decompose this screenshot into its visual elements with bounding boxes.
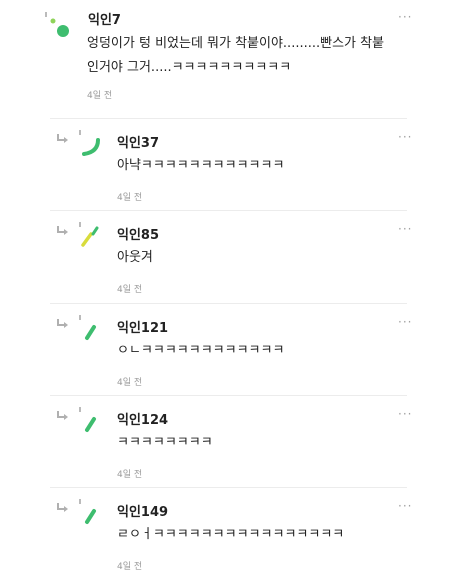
reply-author[interactable]: 익인85 <box>117 224 159 243</box>
comment-timestamp: 4일 전 <box>87 91 113 101</box>
more-dots-icon[interactable]: ··· <box>398 316 412 328</box>
green-slash-avatar-icon[interactable] <box>78 407 104 433</box>
more-dots-icon[interactable]: ··· <box>398 131 412 143</box>
reply-arrow-icon <box>57 226 68 235</box>
comment-body-line: 엉덩이가 텅 비었는데 뭐가 착붙이야.........빤스가 착붙 <box>87 36 385 51</box>
reply-timestamp: 4일 전 <box>117 470 143 480</box>
reply-author[interactable]: 익인149 <box>117 501 168 520</box>
comment-author[interactable]: 익인7 <box>88 9 121 28</box>
reply-arrow-icon <box>57 411 68 420</box>
more-dots-icon[interactable]: ··· <box>398 408 412 420</box>
green-slash-avatar-icon[interactable] <box>78 499 104 525</box>
more-dots-icon[interactable]: ··· <box>398 500 412 512</box>
reply-timestamp: 4일 전 <box>117 378 143 388</box>
comment: 익인7 엉덩이가 텅 비었는데 뭐가 착붙이야.........빤스가 착붙 인… <box>0 0 452 112</box>
green-dots-avatar-icon[interactable] <box>44 12 70 38</box>
more-dots-icon[interactable]: ··· <box>398 11 412 23</box>
reply-body: 아웃겨 <box>117 250 153 265</box>
reply-body: ㄹㅇㅓㅋㅋㅋㅋㅋㅋㅋㅋㅋㅋㅋㅋㅋㅋㅋㅋ <box>117 527 345 542</box>
comment-body-line: 인거야 그거.....ㅋㅋㅋㅋㅋㅋㅋㅋㅋㅋ <box>87 60 292 75</box>
reply-body: ㅋㅋㅋㅋㅋㅋㅋㅋ <box>117 435 213 450</box>
reply-body: 아냑ㅋㅋㅋㅋㅋㅋㅋㅋㅋㅋㅋㅋ <box>117 158 285 173</box>
green-arc-avatar-icon[interactable] <box>78 130 104 156</box>
reply-timestamp: 4일 전 <box>117 193 143 203</box>
reply-arrow-icon <box>57 319 68 328</box>
reply-arrow-icon <box>57 503 68 512</box>
comment-thread: 익인7 엉덩이가 텅 비었는데 뭐가 착붙이야.........빤스가 착붙 인… <box>0 0 452 572</box>
reply-timestamp: 4일 전 <box>117 562 143 572</box>
comment-body: 엉덩이가 텅 비었는데 뭐가 착붙이야.........빤스가 착붙 인거야 그… <box>87 32 384 80</box>
reply-author[interactable]: 익인121 <box>117 317 168 336</box>
yellow-green-slash-avatar-icon[interactable] <box>78 222 104 248</box>
more-dots-icon[interactable]: ··· <box>398 223 412 235</box>
reply-timestamp: 4일 전 <box>117 285 143 295</box>
reply-body: ㅇㄴㅋㅋㅋㅋㅋㅋㅋㅋㅋㅋㅋㅋ <box>117 343 285 358</box>
reply-author[interactable]: 익인37 <box>117 132 159 151</box>
green-slash-avatar-icon[interactable] <box>78 315 104 341</box>
reply-author[interactable]: 익인124 <box>117 409 168 428</box>
reply-arrow-icon <box>57 134 68 143</box>
